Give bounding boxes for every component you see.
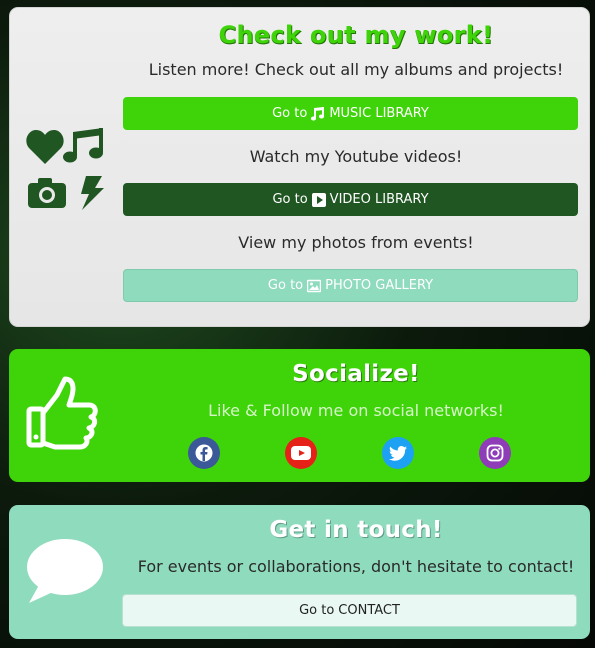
instagram-button[interactable] <box>479 437 511 469</box>
instagram-icon <box>486 444 504 462</box>
music-btn-prefix: Go to <box>272 106 308 121</box>
work-card: Check out my work! Listen more! Check ou… <box>9 7 590 327</box>
music-note-icon <box>311 106 325 120</box>
contact-btn-label: CONTACT <box>338 603 400 618</box>
lightning-icon <box>81 176 104 210</box>
work-title: Check out my work! <box>218 21 494 49</box>
twitter-icon <box>389 445 407 461</box>
video-text: Watch my Youtube videos! <box>249 147 463 166</box>
play-icon <box>311 192 326 207</box>
music-notes-icon <box>63 128 103 163</box>
youtube-button[interactable] <box>285 437 317 469</box>
video-btn-label: VIDEO LIBRARY <box>329 192 429 207</box>
social-title: Socialize! <box>292 361 420 387</box>
photo-btn-prefix: Go to <box>267 278 304 293</box>
work-icons <box>26 128 104 210</box>
facebook-icon <box>195 444 213 462</box>
music-text: Listen more! Check out all my albums and… <box>148 60 564 79</box>
contact-button[interactable]: Go to CONTACT <box>122 594 577 627</box>
contact-title: Get in touch! <box>269 517 443 543</box>
camera-icon <box>28 178 66 208</box>
music-btn-label: MUSIC LIBRARY <box>329 106 429 121</box>
photo-text: View my photos from events! <box>238 233 474 252</box>
twitter-button[interactable] <box>382 437 414 469</box>
image-icon <box>307 279 322 292</box>
video-library-button[interactable]: Go to VIDEO LIBRARY <box>123 183 578 216</box>
social-card: Socialize! Like & Follow me on social ne… <box>9 349 590 482</box>
youtube-icon <box>291 446 311 460</box>
music-library-button[interactable]: Go to MUSIC LIBRARY <box>123 97 578 130</box>
social-text: Like & Follow me on social networks! <box>208 401 504 420</box>
speech-bubble-icon <box>27 539 103 603</box>
heart-icon <box>26 130 64 164</box>
photo-gallery-button[interactable]: Go to PHOTO GALLERY <box>123 269 578 302</box>
video-btn-prefix: Go to <box>272 192 308 207</box>
photo-btn-label: PHOTO GALLERY <box>325 278 434 293</box>
contact-text: For events or collaborations, don't hesi… <box>137 557 575 576</box>
contact-btn-prefix: Go to <box>299 603 335 618</box>
contact-card: Get in touch! For events or collaboratio… <box>9 505 590 639</box>
thumbs-up-icon <box>26 376 98 450</box>
facebook-button[interactable] <box>188 437 220 469</box>
